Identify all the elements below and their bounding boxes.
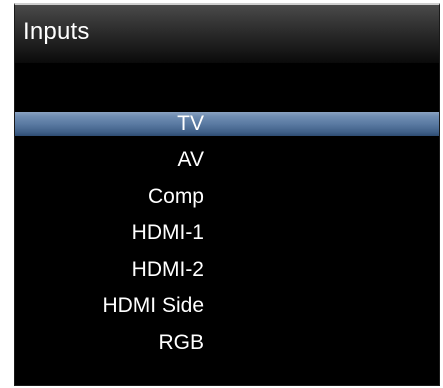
input-item-label: AV	[177, 148, 204, 171]
inputs-menu-panel: Inputs TV AV Comp HDMI-1 HDMI-2 HDMI Sid…	[14, 3, 440, 386]
menu-header: Inputs	[15, 5, 439, 63]
input-item-av[interactable]: AV	[15, 142, 439, 179]
menu-title: Inputs	[23, 18, 90, 45]
input-item-label: RGB	[158, 330, 204, 354]
input-item-hdmi-2[interactable]: HDMI-2	[15, 252, 439, 289]
input-item-rgb[interactable]: RGB	[15, 325, 439, 362]
inputs-list: TV AV Comp HDMI-1 HDMI-2 HDMI Side RGB	[15, 112, 439, 361]
input-item-label: TV	[177, 112, 204, 135]
input-item-comp[interactable]: Comp	[15, 179, 439, 216]
input-item-hdmi-side[interactable]: HDMI Side	[15, 288, 439, 325]
input-item-label: HDMI-2	[131, 257, 204, 281]
input-item-label: Comp	[147, 184, 204, 208]
input-item-tv[interactable]: TV	[15, 112, 439, 136]
input-item-hdmi-1[interactable]: HDMI-1	[15, 215, 439, 252]
input-item-label: HDMI Side	[102, 294, 204, 317]
input-item-label: HDMI-1	[131, 221, 204, 244]
